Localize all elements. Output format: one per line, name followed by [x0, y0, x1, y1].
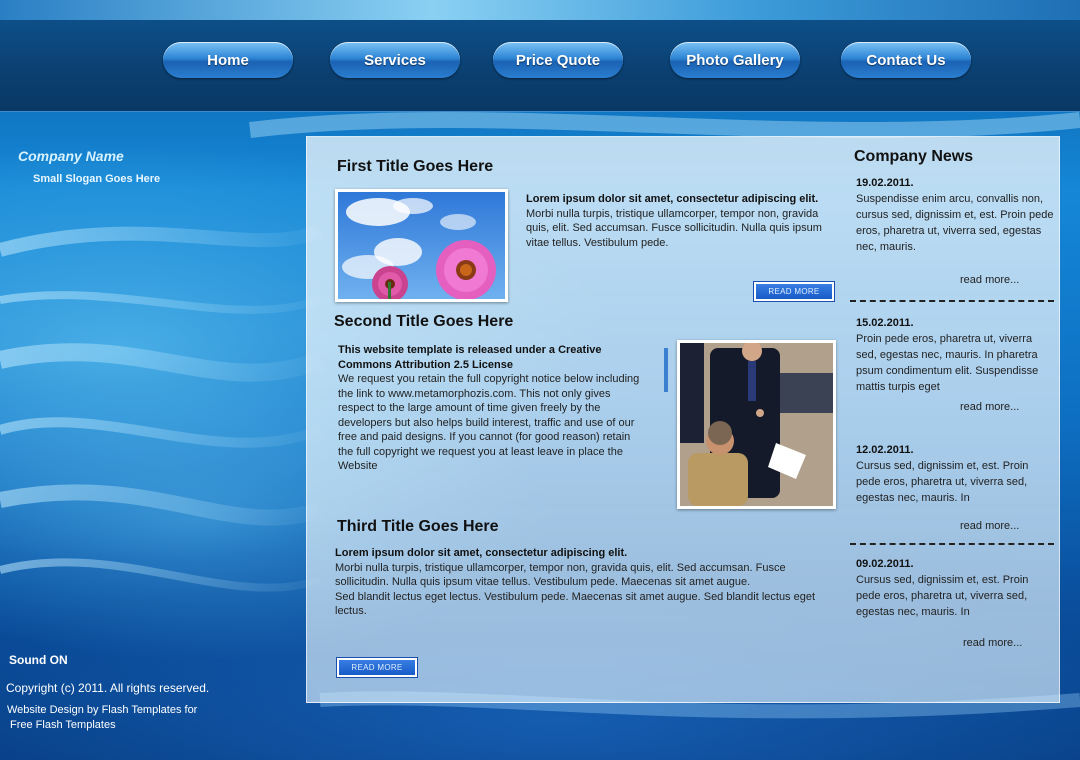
- first-article-lead: Lorem ipsum dolor sit amet, consectetur …: [526, 193, 819, 205]
- news-read-more-link[interactable]: read more...: [960, 274, 1019, 286]
- news-date: 19.02.2011.: [856, 177, 914, 189]
- second-article-scroll-text[interactable]: This website template is released under …: [338, 343, 643, 469]
- nav-services-button[interactable]: Services: [330, 42, 460, 78]
- third-read-more-button[interactable]: READ MORE: [336, 657, 418, 678]
- sound-toggle[interactable]: Sound ON: [9, 653, 68, 667]
- second-article-lead: This website template is released under …: [338, 344, 602, 371]
- third-article-lead: Lorem ipsum dolor sit amet, consectetur …: [335, 547, 628, 559]
- credit-line-2[interactable]: Free Flash Templates: [7, 718, 237, 733]
- news-read-more-link[interactable]: read more...: [960, 520, 1019, 532]
- third-article-text: Lorem ipsum dolor sit amet, consectetur …: [335, 546, 823, 619]
- news-read-more-link[interactable]: read more...: [963, 637, 1022, 649]
- design-credit: Website Design by Flash Templates for Fr…: [7, 703, 237, 733]
- news-text: Proin pede eros, pharetra ut, viverra se…: [856, 333, 1039, 393]
- header-nav-bar: Home Services Price Quote Photo Gallery …: [0, 20, 1080, 112]
- business-people-photo: [680, 343, 833, 506]
- company-name: Company Name: [18, 148, 124, 164]
- third-article-title: Third Title Goes Here: [337, 518, 499, 535]
- top-strip: [0, 0, 1080, 20]
- first-article-photo: [335, 189, 508, 302]
- first-article-body: Morbi nulla turpis, tristique ullamcorpe…: [526, 207, 822, 249]
- business-image: [680, 343, 833, 506]
- first-article-title: First Title Goes Here: [337, 158, 494, 175]
- credit-line-1[interactable]: Website Design by Flash Templates for: [7, 704, 197, 716]
- company-news-title: Company News: [854, 148, 974, 165]
- news-date: 15.02.2011.: [856, 317, 914, 329]
- second-article-body: We request you retain the full copyright…: [338, 373, 640, 469]
- flowers-photo: [338, 192, 505, 299]
- copyright-text: Copyright (c) 2011. All rights reserved.: [6, 681, 210, 695]
- news-date: 09.02.2011.: [856, 558, 914, 570]
- second-article-title: Second Title Goes Here: [334, 313, 514, 330]
- news-text: Cursus sed, dignissim et, est. Proin ped…: [856, 574, 1029, 618]
- first-article-text: Lorem ipsum dolor sit amet, consectetur …: [526, 192, 824, 250]
- news-text: Cursus sed, dignissim et, est. Proin ped…: [856, 460, 1029, 504]
- company-slogan: Small Slogan Goes Here: [33, 173, 161, 185]
- news-date: 12.02.2011.: [856, 444, 914, 456]
- nav-price-quote-button[interactable]: Price Quote: [493, 42, 623, 78]
- news-read-more-link[interactable]: read more...: [960, 401, 1019, 413]
- news-divider: [850, 300, 1054, 302]
- second-article-photo: [677, 340, 836, 509]
- third-article-body-2: Sed blandit lectus eget lectus. Vestibul…: [335, 590, 816, 618]
- first-read-more-button[interactable]: READ MORE: [753, 281, 835, 302]
- nav-photo-gallery-button[interactable]: Photo Gallery: [670, 42, 800, 78]
- news-divider: [850, 543, 1054, 545]
- nav-contact-us-button[interactable]: Contact Us: [841, 42, 971, 78]
- flowers-image: [338, 192, 505, 299]
- second-article-scrollbar[interactable]: [664, 348, 668, 392]
- third-article-body: Morbi nulla turpis, tristique ullamcorpe…: [335, 561, 786, 589]
- news-text: Suspendisse enim arcu, convallis non, cu…: [856, 193, 1054, 253]
- nav-home-button[interactable]: Home: [163, 42, 293, 78]
